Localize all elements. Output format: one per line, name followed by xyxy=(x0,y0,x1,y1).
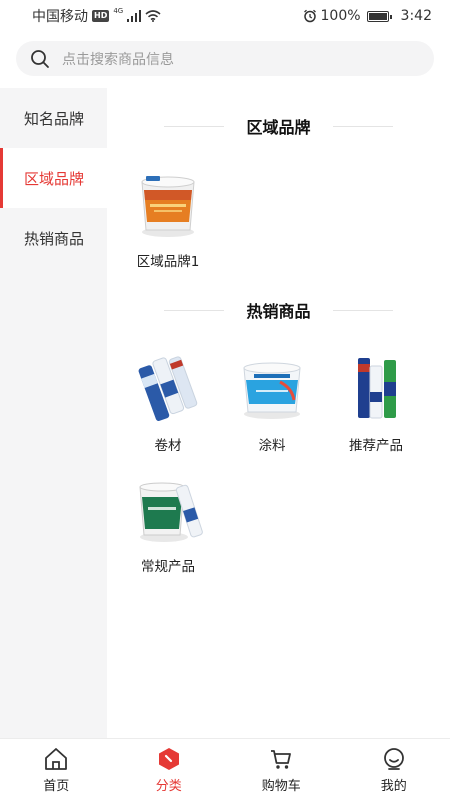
carrier-name: 中国移动 xyxy=(32,9,88,25)
status-bar: 中国移动 HD 4G 100% 3:42 xyxy=(0,0,450,32)
hd-badge: HD xyxy=(92,10,110,22)
network-type: 4G xyxy=(113,7,124,15)
home-icon xyxy=(45,748,68,770)
cart-icon xyxy=(271,750,292,769)
search-icon xyxy=(31,49,49,68)
product-item-coating[interactable]: 涂料 xyxy=(222,352,322,454)
orange-paint-bucket-icon xyxy=(141,176,195,237)
sidebar-item-label: 区域品牌 xyxy=(24,169,85,188)
sidebar-item-famous-brands[interactable]: 知名品牌 xyxy=(0,88,107,148)
battery-icon xyxy=(366,10,392,22)
product-name: 区域品牌1 xyxy=(136,254,200,270)
clock-time: 3:42 xyxy=(400,8,432,24)
product-name: 常规产品 xyxy=(141,559,195,575)
bottom-tab-bar: 首页 分类 购物车 我的 xyxy=(0,738,450,800)
product-name: 推荐产品 xyxy=(349,438,403,454)
alarm-icon xyxy=(303,9,316,23)
search-placeholder: 点击搜索商品信息 xyxy=(62,51,174,68)
sidebar-item-regional-brands[interactable]: 区域品牌 xyxy=(0,148,107,208)
status-left: 中国移动 HD 4G xyxy=(32,6,161,26)
sidebar-item-label: 热销商品 xyxy=(24,229,85,248)
divider xyxy=(332,309,393,311)
product-name: 卷材 xyxy=(154,438,182,454)
sidebar-item-hot-products[interactable]: 热销商品 xyxy=(0,208,107,268)
product-item-recommended[interactable]: 推荐产品 xyxy=(326,352,426,454)
search-input[interactable]: 点击搜索商品信息 xyxy=(16,41,434,76)
tab-label: 我的 xyxy=(380,779,407,794)
status-right: 100% 3:42 xyxy=(303,8,432,24)
divider xyxy=(164,125,225,127)
membrane-rolls-icon xyxy=(138,356,198,421)
category-sidebar: 知名品牌 区域品牌 热销商品 xyxy=(0,88,107,738)
tab-category[interactable]: 分类 xyxy=(113,739,226,800)
divider xyxy=(164,309,225,311)
blue-paint-bucket-icon xyxy=(243,362,301,419)
product-item-membrane[interactable]: 卷材 xyxy=(118,352,218,454)
tab-label: 购物车 xyxy=(261,779,301,794)
tab-label: 分类 xyxy=(155,779,182,794)
wifi-icon xyxy=(145,10,161,22)
product-item-regional-brand-1[interactable]: 区域品牌1 xyxy=(118,168,218,270)
section-title: 区域品牌 xyxy=(246,118,311,137)
green-bucket-roll-icon xyxy=(139,482,203,542)
tube-packs-icon xyxy=(358,358,396,419)
category-content: 区域品牌 区域品牌1 热销商品 卷材 涂料 推荐产品 常规产品 xyxy=(107,88,450,738)
signal-icon xyxy=(127,10,142,22)
section-title: 热销商品 xyxy=(246,302,311,321)
category-icon xyxy=(158,748,179,770)
product-name: 涂料 xyxy=(258,438,286,454)
profile-icon xyxy=(383,748,404,770)
tab-home[interactable]: 首页 xyxy=(0,739,113,800)
battery-percent: 100% xyxy=(320,8,361,24)
section-header-regional: 区域品牌 xyxy=(107,114,450,138)
section-header-hot: 热销商品 xyxy=(107,298,450,322)
tab-cart[interactable]: 购物车 xyxy=(225,739,338,800)
tab-label: 首页 xyxy=(43,779,70,794)
sidebar-item-label: 知名品牌 xyxy=(24,109,85,128)
product-item-regular[interactable]: 常规产品 xyxy=(118,473,218,575)
divider xyxy=(332,125,393,127)
tab-profile[interactable]: 我的 xyxy=(338,739,450,800)
